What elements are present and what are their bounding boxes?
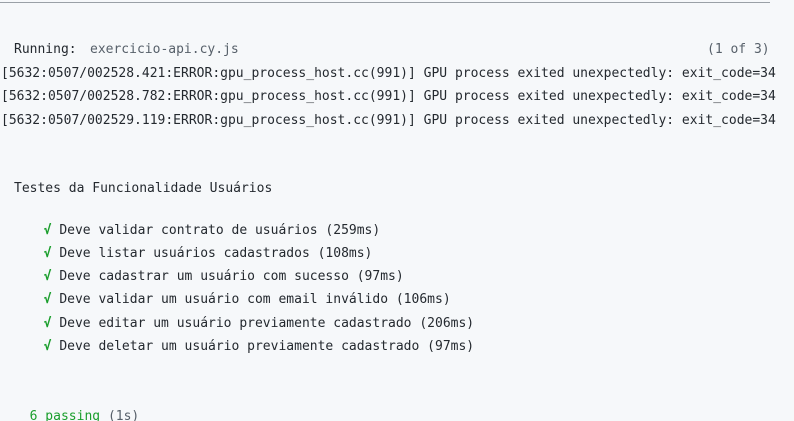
test-result-row: √ Deve validar um usuário com email invá… [28, 273, 451, 307]
passing-summary: 6 passing (1s) [14, 390, 140, 421]
passing-duration: (1s) [107, 409, 140, 421]
suite-title: Testes da Funcionalidade Usuários [14, 181, 273, 196]
test-result-row: √ Deve editar um usuário previamente cad… [28, 297, 474, 331]
spec-progress-count: (1 of 3) [707, 42, 770, 57]
error-log-line: [5632:0507/002528.782:ERROR:gpu_process_… [1, 89, 776, 104]
error-log-line: [5632:0507/002529.119:ERROR:gpu_process_… [1, 113, 776, 128]
error-log-line: [5632:0507/002528.421:ERROR:gpu_process_… [1, 66, 776, 81]
check-icon: √ [43, 339, 52, 354]
test-result-row: √ Deve cadastrar um usuário com sucesso … [28, 250, 404, 284]
test-result-row: √ Deve listar usuários cadastrados (108m… [28, 227, 373, 261]
running-label: Running: [14, 42, 77, 57]
running-spec-file: exercicio-api.cy.js [90, 42, 239, 57]
test-result-row: √ Deve deletar um usuário previamente ca… [28, 320, 474, 354]
test-title: Deve deletar um usuário previamente cada… [59, 339, 475, 354]
test-result-row: √ Deve validar contrato de usuários (259… [28, 204, 381, 238]
separator-rule [0, 2, 770, 3]
passing-count: 6 passing [29, 409, 101, 421]
